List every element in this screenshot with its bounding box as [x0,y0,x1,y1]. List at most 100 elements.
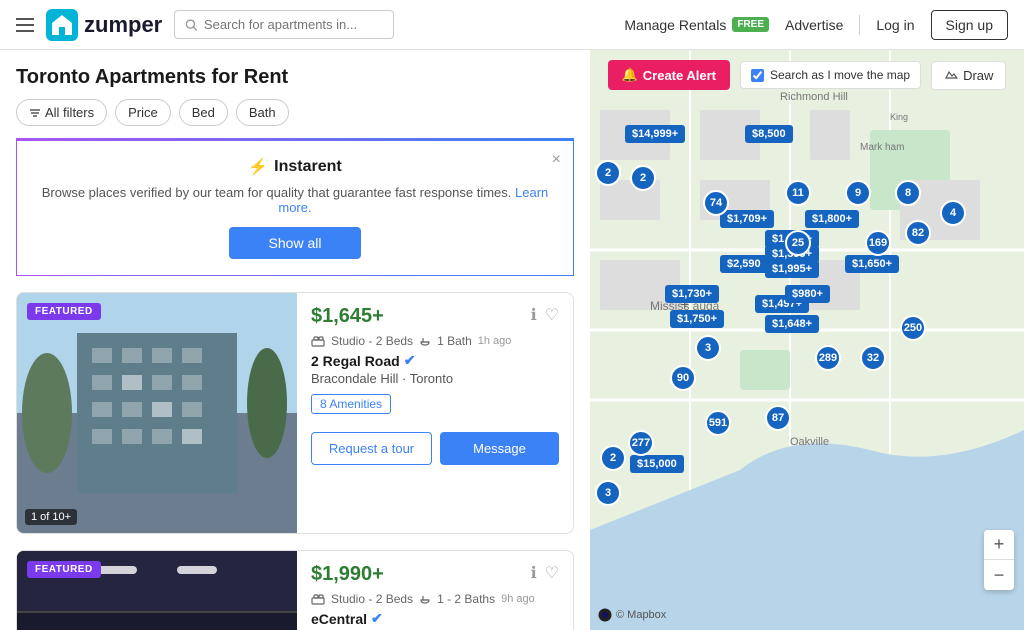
circle-marker-19[interactable]: 32 [860,345,886,371]
price-marker-13[interactable]: $1,650+ [845,255,899,273]
bed-icon-2 [311,593,325,605]
map-zoom-controls: + − [984,530,1014,590]
divider [859,15,860,35]
circle-marker-4[interactable]: 8 [895,180,921,206]
filters-bar: All filters Price Bed Bath [0,99,590,138]
image-count-1: 1 of 10+ [25,509,77,525]
create-alert-button[interactable]: 🔔 Create Alert [608,60,730,90]
close-instarent-button[interactable]: × [552,151,561,169]
svg-text:Richmond Hill: Richmond Hill [780,91,848,103]
svg-text:Oakville: Oakville [790,436,829,448]
free-badge: FREE [732,17,769,32]
price-marker-9[interactable]: $1,750+ [670,310,724,328]
bath-icon-2 [419,593,431,605]
map-toolbar: 🔔 Create Alert Search as I move the map … [590,60,1024,90]
favorite-button-1[interactable]: ♡ [545,305,559,325]
message-button-1[interactable]: Message [440,432,559,465]
show-all-button[interactable]: Show all [229,227,362,259]
search-as-move-checkbox[interactable] [751,69,764,82]
favorite-button-2[interactable]: ♡ [545,563,559,583]
login-link[interactable]: Log in [876,17,914,33]
circle-marker-10[interactable]: 3 [695,335,721,361]
manage-rentals-link[interactable]: Manage Rentals FREE [624,17,769,33]
price-marker-0[interactable]: $14,999+ [625,125,685,143]
circle-marker-2[interactable]: 11 [785,180,811,206]
price-marker-3[interactable]: $1,800+ [805,210,859,228]
listing-address-2: eCentral [311,611,367,627]
price-marker-7[interactable]: $1,995+ [765,260,819,278]
instarent-icon: ⚡ [248,157,268,177]
logo-text: zumper [84,12,162,38]
verified-icon-2: ✔ [371,610,383,627]
map-panel[interactable]: Richmond Hill Mark ham Mississ auga King… [590,50,1024,630]
listing-time-2: 9h ago [501,593,535,605]
circle-marker-7[interactable]: 25 [785,230,811,256]
verified-icon-1: ✔ [404,352,416,369]
listing-image-2[interactable]: FEATURED 1 of 5+ [17,551,297,630]
circle-marker-1[interactable]: 74 [703,190,729,216]
main-content: Toronto Apartments for Rent All filters … [0,50,1024,630]
circle-marker-16[interactable]: 3 [595,480,621,506]
bath-filter-button[interactable]: Bath [236,99,289,126]
amenities-link-1[interactable]: 8 Amenities [311,394,391,414]
circle-marker-6[interactable]: 82 [905,220,931,246]
instarent-title: Instarent [274,158,342,176]
zoom-out-button[interactable]: − [984,560,1014,590]
info-button-2[interactable]: ℹ [531,563,537,583]
search-bar[interactable] [174,10,394,39]
listing-price-1: $1,645+ [311,305,384,328]
filter-icon [29,107,41,119]
svg-text:King: King [890,112,908,122]
listing-card-2: FEATURED 1 of 5+ $1,990+ ℹ ♡ [16,550,574,630]
listing-card-1: FEATURED 1 of 10+ $1,645+ ℹ ♡ [16,292,574,534]
price-marker-4[interactable]: $2,590 [720,255,768,273]
circle-marker-18[interactable]: 289 [815,345,841,371]
listing-price-2: $1,990+ [311,563,384,586]
price-marker-8[interactable]: $1,730+ [665,285,719,303]
all-filters-button[interactable]: All filters [16,99,107,126]
instarent-banner: × ⚡ Instarent Browse places verified by … [16,138,574,276]
map-attribution: © Mapbox [598,608,666,622]
circle-marker-9[interactable]: 2 [630,165,656,191]
circle-marker-3[interactable]: 9 [845,180,871,206]
circle-marker-17[interactable]: 250 [900,315,926,341]
price-filter-button[interactable]: Price [115,99,171,126]
price-marker-1[interactable]: $8,500 [745,125,793,143]
circle-marker-0[interactable]: 2 [595,160,621,186]
search-as-move-control[interactable]: Search as I move the map [740,61,921,89]
listing-image-1[interactable]: FEATURED 1 of 10+ [17,293,297,533]
bath-icon [419,335,431,347]
signup-button[interactable]: Sign up [931,10,1008,40]
draw-icon [944,68,958,82]
listing-baths-2: 1 - 2 Baths [437,592,495,606]
circle-marker-13[interactable]: 591 [705,410,731,436]
logo-icon [46,9,78,41]
bed-filter-button[interactable]: Bed [179,99,228,126]
menu-button[interactable] [16,18,34,32]
circle-marker-8[interactable]: 169 [865,230,891,256]
svg-text:Mark ham: Mark ham [860,142,904,153]
circle-marker-11[interactable]: 90 [670,365,696,391]
circle-marker-15[interactable]: 2 [600,445,626,471]
price-marker-14[interactable]: $15,000 [630,455,684,473]
building-illustration [17,293,297,533]
logo[interactable]: zumper [46,9,162,41]
app-header: zumper Manage Rentals FREE Advertise Log… [0,0,1024,50]
info-button-1[interactable]: ℹ [531,305,537,325]
draw-button[interactable]: Draw [931,61,1006,90]
price-marker-11[interactable]: $980+ [785,285,830,303]
listing-baths-1: 1 Bath [437,334,472,348]
featured-badge-2: FEATURED [27,561,101,578]
search-input[interactable] [204,17,383,32]
price-marker-2[interactable]: $1,709+ [720,210,774,228]
page-title: Toronto Apartments for Rent [0,50,590,99]
mapbox-logo [598,608,612,622]
tour-button-1[interactable]: Request a tour [311,432,432,465]
advertise-link[interactable]: Advertise [785,17,843,33]
circle-marker-14[interactable]: 277 [628,430,654,456]
zoom-in-button[interactable]: + [984,530,1014,560]
price-marker-12[interactable]: $1,648+ [765,315,819,333]
circle-marker-12[interactable]: 87 [765,405,791,431]
circle-marker-5[interactable]: 4 [940,200,966,226]
listing-time-1: 1h ago [478,335,512,347]
